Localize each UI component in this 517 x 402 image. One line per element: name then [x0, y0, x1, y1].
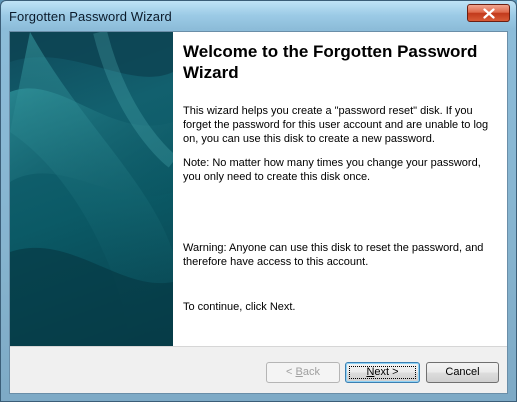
close-icon	[483, 8, 495, 19]
back-button-mnemonic: B	[295, 366, 303, 378]
title-bar[interactable]: Forgotten Password Wizard	[1, 1, 516, 31]
back-button[interactable]: < Back	[266, 362, 340, 383]
wizard-client-area: Welcome to the Forgotten Password Wizard…	[9, 31, 508, 394]
back-button-prefix: <	[286, 366, 296, 378]
cancel-button[interactable]: Cancel	[426, 362, 499, 383]
note-paragraph: Note: No matter how many times you chang…	[183, 157, 481, 183]
next-button-label: ext >	[374, 366, 399, 378]
wizard-window: Forgotten Password Wizard Welcome to the…	[0, 0, 517, 402]
continue-instruction: To continue, click Next.	[183, 301, 296, 313]
close-button[interactable]	[467, 4, 510, 22]
banner-graphic	[10, 32, 173, 346]
wizard-content: Welcome to the Forgotten Password Wizard…	[173, 32, 507, 346]
wizard-heading: Welcome to the Forgotten Password Wizard	[183, 42, 478, 82]
window-title: Forgotten Password Wizard	[9, 9, 172, 24]
wizard-side-banner	[10, 32, 173, 346]
wizard-button-bar: < Back Next > Cancel	[10, 346, 507, 393]
next-button[interactable]: Next >	[345, 362, 420, 383]
intro-paragraph: This wizard helps you create a "password…	[183, 105, 489, 145]
back-button-label: ack	[302, 366, 320, 378]
warning-paragraph: Warning: Anyone can use this disk to res…	[183, 242, 484, 268]
